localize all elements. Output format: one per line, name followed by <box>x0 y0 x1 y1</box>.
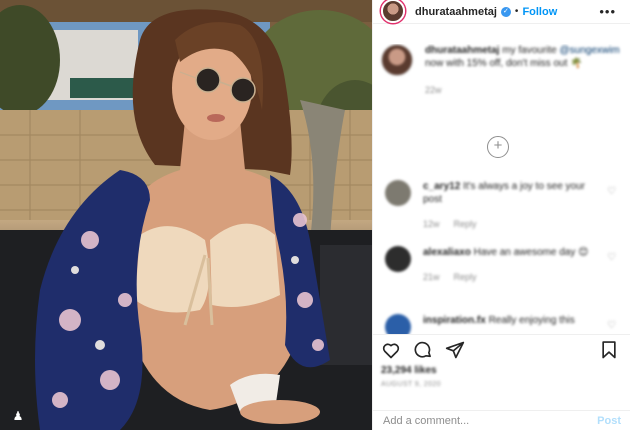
comment-body: alexaliaxo Have an awesome day 😊 21w Repl… <box>423 246 603 284</box>
caption-age: 22w <box>425 85 442 95</box>
comments-list[interactable]: dhurataahmetaj my favourite @sungexwim n… <box>373 44 630 334</box>
load-more-comments-button[interactable]: + <box>487 136 509 158</box>
likes-count[interactable]: 23,294 likes <box>381 365 623 376</box>
comment-bubble-icon[interactable] <box>413 340 433 360</box>
comment-body: c_ary12 It's always a joy to see your po… <box>423 180 603 231</box>
comment-body: inspiration.fx Really enjoying this <box>423 314 603 334</box>
comment-meta: 21w Reply <box>423 271 603 284</box>
share-paper-plane-icon[interactable] <box>445 340 465 360</box>
comment-age: 12w <box>423 219 440 229</box>
caption-username[interactable]: dhurataahmetaj <box>425 45 499 56</box>
comment-age: 21w <box>423 272 440 282</box>
caption-text-after: now with 15% off, don't miss out 🌴 <box>425 58 583 69</box>
post-actions: 23,294 likes AUGUST 9, 2020 <box>373 334 630 394</box>
comment-item: alexaliaxo Have an awesome day 😊 21w Repl… <box>381 246 621 284</box>
caption-body: dhurataahmetaj my favourite @sungexwim n… <box>425 44 621 97</box>
post-photo[interactable]: ♟ <box>0 0 372 430</box>
comment-username[interactable]: inspiration.fx <box>423 315 486 326</box>
header-separator: • <box>514 6 519 17</box>
add-comment-input[interactable] <box>383 414 590 427</box>
comment-text: Really enjoying this <box>485 315 575 326</box>
commenter-avatar[interactable] <box>385 246 411 272</box>
like-heart-icon[interactable] <box>381 340 401 360</box>
post-date: AUGUST 9, 2020 <box>381 381 441 388</box>
comment-item: inspiration.fx Really enjoying this ♡ <box>381 314 621 334</box>
caption-mention[interactable]: @sungexwim <box>560 45 620 56</box>
more-options-icon[interactable]: ••• <box>599 4 616 19</box>
comment-meta: 12w Reply <box>423 218 603 231</box>
comment-like-heart-icon[interactable]: ♡ <box>607 252 617 263</box>
post-caption: dhurataahmetaj my favourite @sungexwim n… <box>373 44 630 97</box>
commenter-avatar[interactable] <box>385 314 411 334</box>
comment-text: Have an awesome day 😊 <box>470 247 589 258</box>
verified-badge-icon: ✓ <box>500 6 511 17</box>
comment-item: c_ary12 It's always a joy to see your po… <box>381 180 621 231</box>
comment-username[interactable]: alexaliaxo <box>423 247 471 258</box>
comment-reply-button[interactable]: Reply <box>454 219 477 229</box>
post-side-panel: dhurataahmetaj ✓ • Follow ••• dhurataahm… <box>372 0 630 430</box>
add-comment-bar: Post <box>373 410 630 430</box>
post-header: dhurataahmetaj ✓ • Follow ••• <box>373 0 630 24</box>
follow-button[interactable]: Follow <box>522 6 557 18</box>
post-comment-button[interactable]: Post <box>597 415 621 427</box>
photo-illustration <box>0 0 372 430</box>
comment-username[interactable]: c_ary12 <box>423 181 460 192</box>
commenter-avatar[interactable] <box>385 180 411 206</box>
author-avatar[interactable] <box>381 0 405 23</box>
caption-text-before: my favourite <box>499 45 560 56</box>
action-icons-row <box>381 335 623 365</box>
comment-like-heart-icon[interactable]: ♡ <box>607 320 617 331</box>
comment-reply-button[interactable]: Reply <box>454 272 477 282</box>
save-bookmark-icon[interactable] <box>599 340 619 360</box>
tagged-user-icon[interactable]: ♟ <box>10 408 26 424</box>
caption-avatar[interactable] <box>381 44 413 76</box>
comment-like-heart-icon[interactable]: ♡ <box>607 186 617 197</box>
author-username[interactable]: dhurataahmetaj <box>415 6 497 18</box>
